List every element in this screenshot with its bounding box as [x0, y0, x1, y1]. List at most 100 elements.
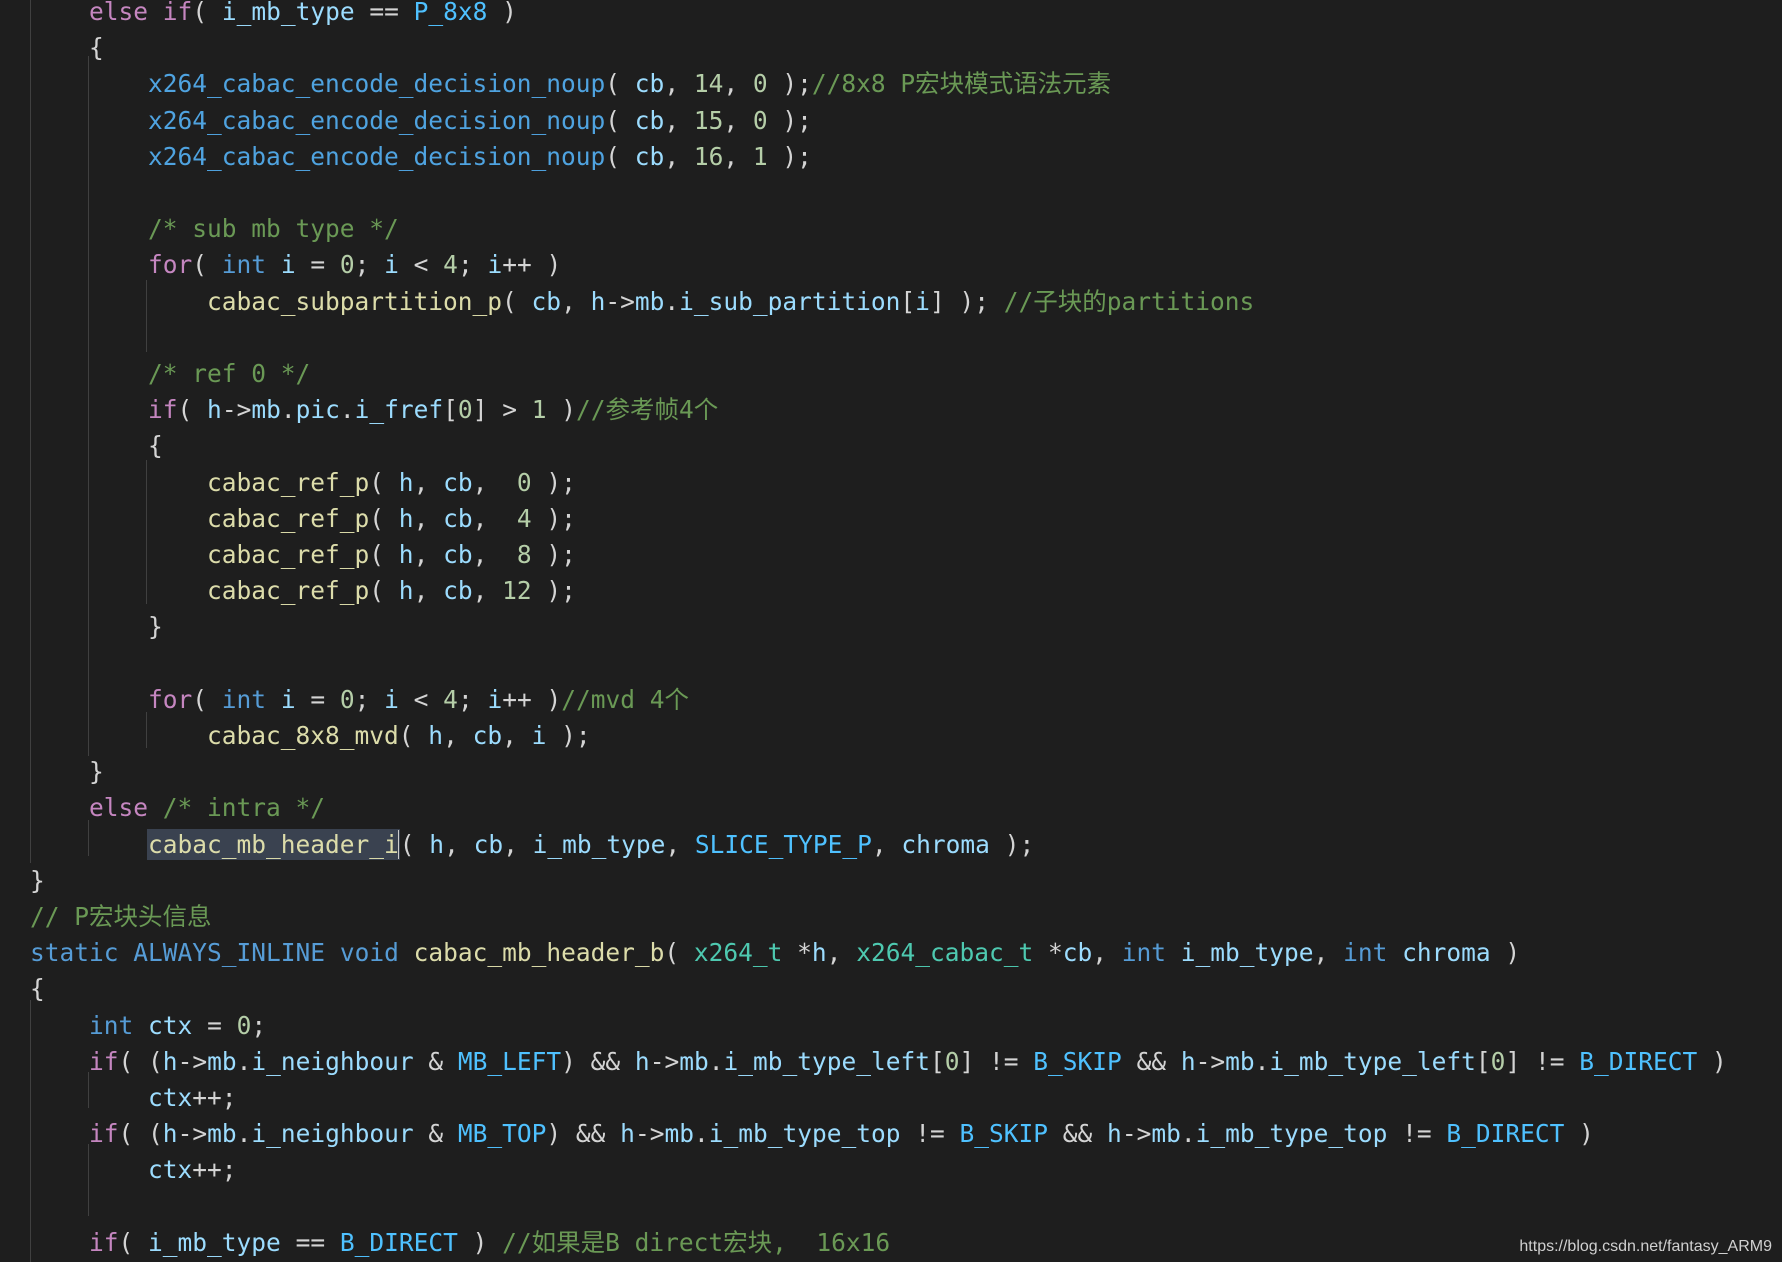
code-token: h	[398, 540, 414, 569]
code-line[interactable]: if( i_mb_type == B_DIRECT ) //如果是B direc…	[30, 1225, 890, 1261]
code-line[interactable]: cabac_subpartition_p( cb, h->mb.i_sub_pa…	[30, 284, 1254, 320]
code-line[interactable]: cabac_8x8_mvd( h, cb, i );	[30, 718, 591, 754]
code-token: ,	[443, 721, 473, 750]
code-token: if	[148, 395, 178, 425]
code-token: int	[221, 250, 267, 280]
code-token: ;	[354, 250, 385, 280]
code-token: //8x8 P宏块模式语法元素	[811, 69, 1112, 99]
code-token: ] );	[929, 286, 1004, 316]
code-line[interactable]: /* ref 0 */	[30, 356, 310, 392]
code-line[interactable]: }	[30, 754, 104, 790]
code-token: (	[369, 503, 399, 533]
code-token: (	[398, 721, 429, 750]
code-token: 14	[693, 69, 724, 99]
code-line[interactable]: x264_cabac_encode_decision_noup( cb, 15,…	[30, 103, 812, 139]
code-line[interactable]: if( (h->mb.i_neighbour & MB_TOP) && h->m…	[30, 1116, 1594, 1152]
code-line[interactable]: ctx++;	[30, 1152, 237, 1188]
code-token: cabac_subpartition_p	[207, 286, 503, 316]
code-line[interactable]: else /* intra */	[30, 790, 325, 826]
code-token: ->	[1195, 1046, 1226, 1076]
code-token: h	[1107, 1119, 1122, 1149]
code-line[interactable]: int ctx = 0;	[30, 1008, 266, 1044]
code-line[interactable]: }	[30, 863, 45, 899]
code-token: h	[398, 467, 414, 497]
code-line[interactable]: x264_cabac_encode_decision_noup( cb, 14,…	[30, 66, 1111, 102]
code-line[interactable]: /* sub mb type */	[30, 211, 399, 247]
code-token: )	[546, 395, 576, 425]
code-token: if	[89, 1227, 119, 1257]
code-line[interactable]: cabac_ref_p( h, cb, 8 );	[30, 537, 576, 573]
code-token: .	[236, 1046, 252, 1076]
code-token: cabac_ref_p	[207, 467, 370, 497]
code-token: .	[708, 1046, 724, 1076]
code-line[interactable]: cabac_ref_p( h, cb, 12 );	[30, 573, 576, 609]
code-token: i_neighbour	[251, 1119, 414, 1149]
code-line[interactable]: x264_cabac_encode_decision_noup( cb, 16,…	[30, 139, 812, 175]
code-token: 4	[443, 250, 458, 280]
code-token: MB_LEFT	[457, 1046, 562, 1076]
code-line[interactable]: if( (h->mb.i_neighbour & MB_LEFT) && h->…	[30, 1044, 1727, 1080]
code-token: MB_TOP	[457, 1119, 547, 1149]
code-token: B_DIRECT	[1579, 1046, 1698, 1076]
code-line[interactable]: }	[30, 609, 163, 645]
code-line[interactable]: {	[30, 30, 104, 66]
code-token: h	[590, 286, 606, 316]
code-token: !=	[900, 1119, 960, 1149]
code-line[interactable]: cabac_mb_header_i( h, cb, i_mb_type, SLI…	[30, 827, 1034, 863]
code-token: //子块的partitions	[1003, 286, 1255, 316]
code-token: int	[1343, 938, 1388, 968]
code-token: int	[89, 1010, 134, 1040]
code-line[interactable]: cabac_ref_p( h, cb, 0 );	[30, 465, 576, 501]
code-token: h	[811, 938, 827, 968]
code-token: i_mb_type	[532, 829, 666, 859]
code-token: i_sub_partition	[679, 286, 901, 316]
code-token: cb	[1062, 938, 1093, 968]
code-token: ,	[1313, 938, 1344, 968]
code-token: i	[487, 250, 503, 280]
code-token: 0	[236, 1010, 252, 1040]
code-token: B_SKIP	[959, 1119, 1049, 1149]
code-token: mb	[634, 286, 665, 316]
code-token: cb	[443, 540, 473, 569]
code-token: i_mb_type_top	[1195, 1119, 1388, 1149]
code-line[interactable]: cabac_ref_p( h, cb, 4 );	[30, 501, 576, 537]
code-line[interactable]: else if( i_mb_type == P_8x8 )	[30, 0, 517, 30]
code-token: &&	[1048, 1119, 1108, 1149]
code-line[interactable]: // P宏块头信息	[30, 899, 212, 935]
code-token: ++;	[192, 1155, 237, 1185]
code-line[interactable]: if( h->mb.pic.i_fref[0] > 1 )//参考帧4个	[30, 392, 718, 428]
code-token: [	[930, 1046, 945, 1076]
code-token: &	[413, 1119, 458, 1149]
code-token: (	[192, 250, 222, 280]
code-token: cb	[472, 721, 503, 750]
code-token: //如果是B direct宏块, 16x16	[502, 1227, 891, 1257]
code-line[interactable]: ctx++;	[30, 1080, 237, 1116]
code-line[interactable]: static ALWAYS_INLINE void cabac_mb_heade…	[30, 935, 1520, 971]
code-editor[interactable]: else if( i_mb_type == P_8x8 ) { x264_cab…	[0, 0, 1782, 1262]
code-token: ,	[472, 576, 503, 606]
code-token: pic	[295, 395, 340, 425]
code-line[interactable]: {	[30, 971, 45, 1007]
code-token: ALWAYS_INLINE	[133, 938, 326, 968]
code-line[interactable]: {	[30, 428, 163, 464]
code-token: 0	[752, 105, 768, 135]
code-token: mb	[1151, 1119, 1181, 1149]
code-token: ->	[177, 1119, 208, 1149]
code-line[interactable]: for( int i = 0; i < 4; i++ )//mvd 4个	[30, 682, 689, 718]
code-token: (	[605, 141, 635, 171]
code-token: ,	[871, 829, 902, 859]
code-token: ,	[413, 467, 444, 497]
code-token: x264_cabac_encode_decision_noup	[148, 141, 606, 171]
code-line[interactable]: for( int i = 0; i < 4; i++ )	[30, 247, 561, 283]
code-token: i	[531, 721, 547, 750]
code-token: B_SKIP	[1033, 1046, 1122, 1076]
